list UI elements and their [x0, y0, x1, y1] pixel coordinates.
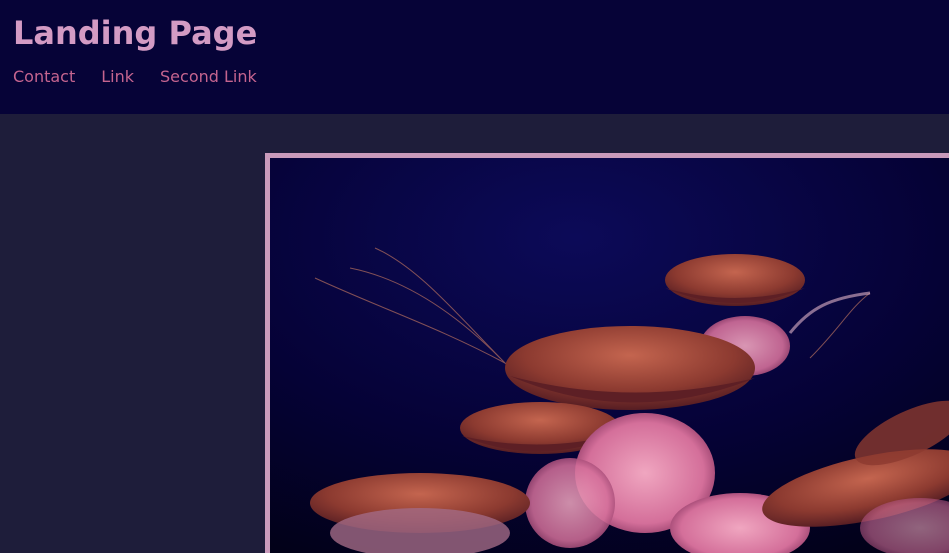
page-title: Landing Page [13, 14, 258, 52]
jellyfish-middle [505, 326, 755, 410]
nav-link-contact[interactable]: Contact [13, 66, 75, 88]
site-header: Landing Page Contact Link Second Link [0, 0, 949, 114]
main-nav: Contact Link Second Link [13, 66, 257, 88]
hero-image-frame [265, 153, 949, 553]
jellyfish-image [270, 158, 949, 553]
main-content [0, 114, 949, 553]
nav-link-second-link[interactable]: Second Link [160, 66, 257, 88]
nav-link-link[interactable]: Link [101, 66, 134, 88]
jellyfish-bottom-left [310, 473, 530, 553]
